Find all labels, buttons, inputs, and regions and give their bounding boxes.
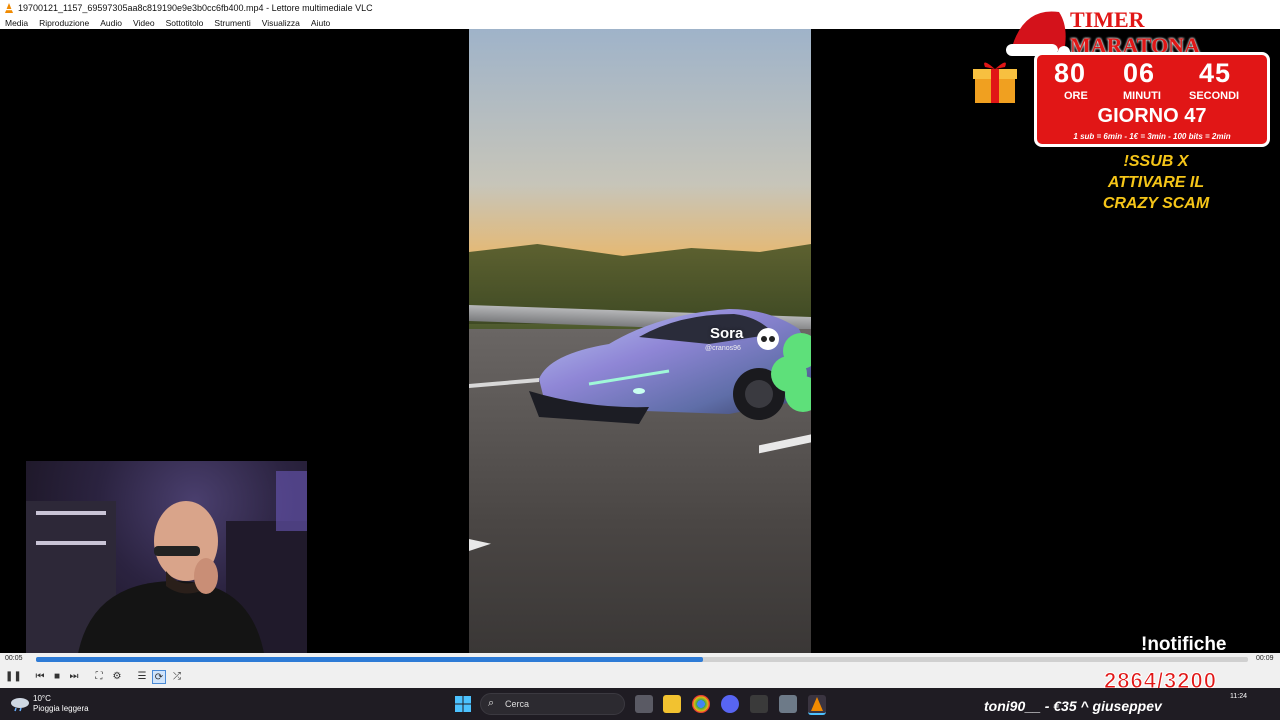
menu-item-sottotitolo[interactable]: Sottotitolo [166,18,204,28]
watermark-handle: @cranos96 [705,345,741,352]
extended-settings-icon[interactable]: ⚙ [110,670,124,684]
fullscreen-icon[interactable]: ⛶ [92,670,106,684]
crazy-line-1: !SSUB X [1123,153,1189,170]
video-frame: Sora @cranos96 [469,29,811,653]
webcam-feed [26,461,307,666]
previous-icon[interactable]: ⏮ [33,670,47,684]
crazy-line-3: CRAZY SCAM [1102,195,1210,212]
menu-item-aiuto[interactable]: Aiuto [311,18,330,28]
eyes-sticker [757,328,779,350]
vlc-icon [5,3,13,13]
chrome-icon[interactable] [692,695,710,713]
search-icon: ⌕ [488,697,495,709]
loop-icon[interactable]: ⟳ [152,670,166,684]
menu-item-riproduzione[interactable]: Riproduzione [39,18,89,28]
timer-hours-label: ORE [1064,90,1088,102]
menu-item-video[interactable]: Video [133,18,155,28]
timer-hours: 80 [1054,58,1087,88]
windows-start-icon[interactable] [455,696,471,712]
app-icon[interactable] [750,695,768,713]
weather-description: Pioggia leggera [33,704,89,713]
menu-item-media[interactable]: Media [5,18,28,28]
menu-item-visualizza[interactable]: Visualizza [262,18,300,28]
vlc-taskbar-icon[interactable] [808,695,826,715]
stop-icon[interactable]: ■ [50,670,64,684]
weather-temperature: 10°C [33,694,51,703]
sports-car [529,309,811,424]
crazy-scam-text: !SSUB X ATTIVARE IL CRAZY SCAM [1080,151,1232,214]
crazy-line-2: ATTIVARE IL [1107,174,1205,191]
pause-icon[interactable]: ❚❚ [5,670,22,684]
task-view-icon[interactable] [635,695,653,713]
taskbar-clock[interactable]: 11:24 [1230,693,1247,700]
watermark-title: Sora [710,325,744,342]
weather-rain-icon[interactable] [10,696,30,712]
file-explorer-icon[interactable] [663,695,681,713]
seek-row: 00:05 00:09 [0,653,1280,666]
discord-icon[interactable] [721,695,739,713]
taskbar-search[interactable]: ⌕ Cerca [480,693,625,715]
menu-item-audio[interactable]: Audio [100,18,122,28]
seek-bar[interactable] [36,657,1248,662]
time-elapsed: 00:05 [5,655,23,662]
streamer-silhouette [26,471,307,666]
time-total: 00:09 [1256,655,1274,662]
settings-icon[interactable] [779,695,797,713]
timer-day: GIORNO 47 [1097,105,1207,127]
timer-seconds: 45 [1199,58,1232,88]
search-placeholder: Cerca [505,699,530,709]
playlist-icon[interactable]: ☰ [135,670,149,684]
player-controls: ❚❚ ⏮ ■ ⏭ ⛶ ⚙ ☰ ⟳ ⤮ [0,666,1280,688]
marathon-timer: 80 06 45 ORE MINUTI SECONDI GIORNO 47 1 … [1034,52,1270,147]
timer-rates: 1 sub = 6min - 1€ = 3min - 100 bits = 2m… [1073,132,1231,141]
menu-item-strumenti[interactable]: Strumenti [214,18,250,28]
gift-icon [973,62,1017,103]
donation-ticker: toni90__ - €35 ^ giuseppev [984,698,1162,714]
video-area[interactable]: Sora @cranos96 TIMER MARATONA 80 06 45 O… [0,7,1280,666]
timer-minutes: 06 [1123,58,1156,88]
shuffle-icon[interactable]: ⤮ [170,670,184,684]
next-icon[interactable]: ⏭ [67,670,81,684]
timer-minutes-label: MINUTI [1123,90,1161,102]
timer-seconds-label: SECONDI [1189,90,1240,102]
seek-bar-fill [36,657,703,662]
window-title: 19700121_1157_69597305aa8c819190e9e3b0cc… [18,3,373,13]
